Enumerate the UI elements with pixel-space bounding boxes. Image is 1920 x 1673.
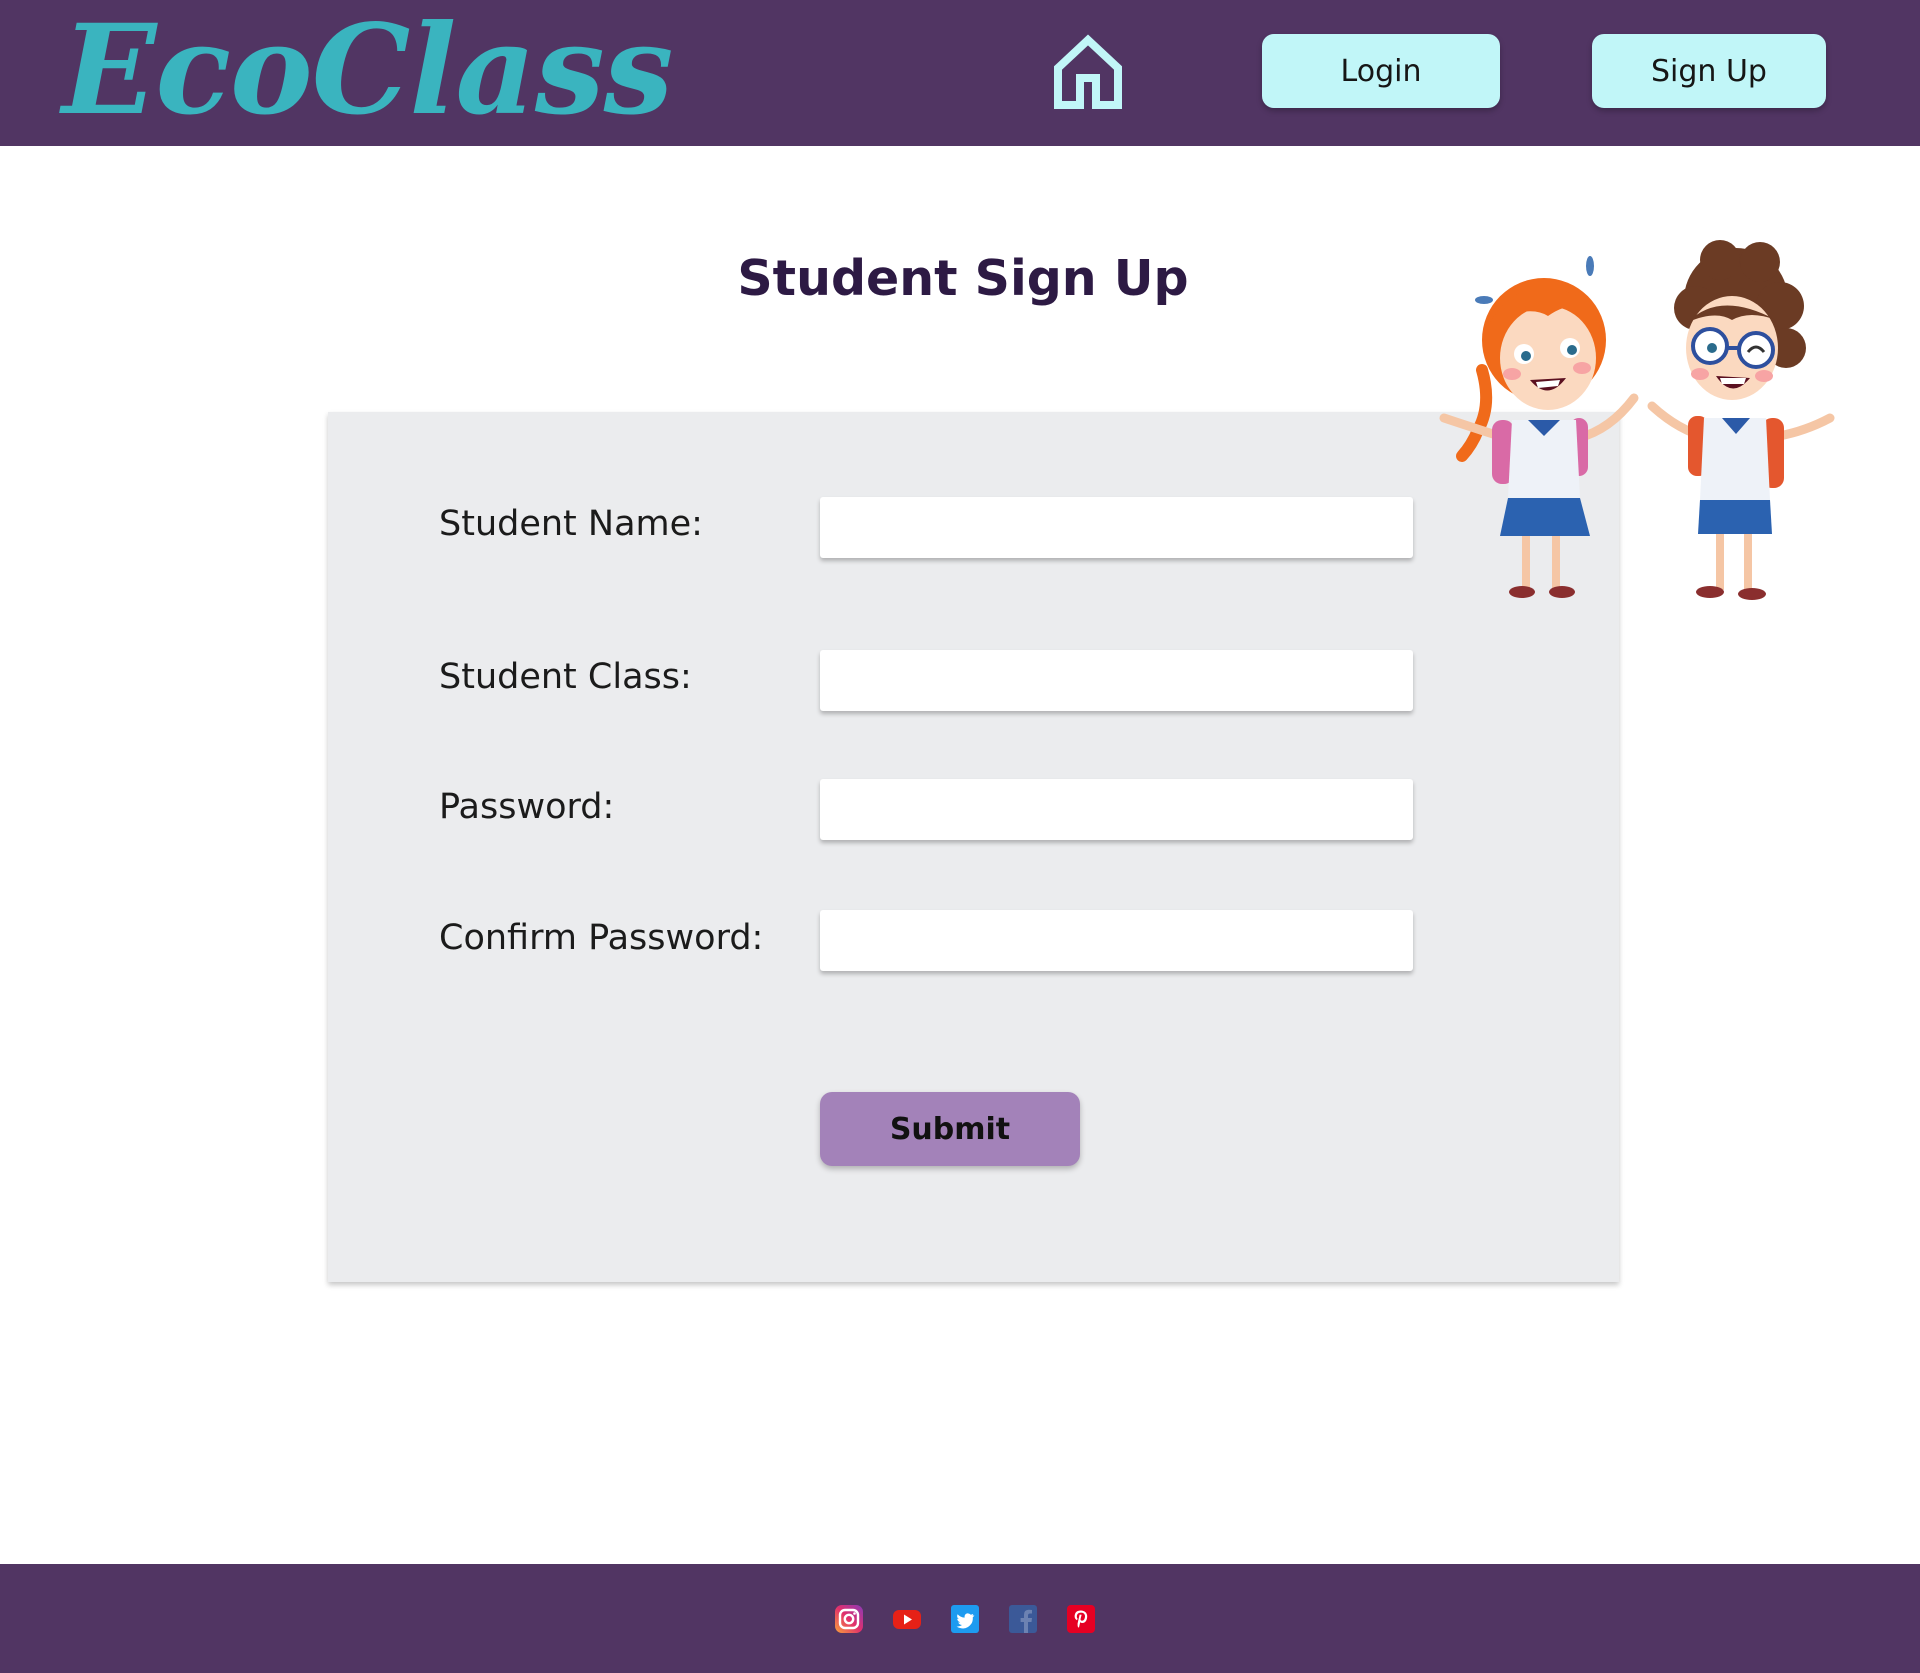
home-icon: [1054, 34, 1122, 109]
facebook-icon: [1009, 1605, 1037, 1633]
girl-figure: [1439, 256, 1639, 598]
pinterest-icon: [1067, 1605, 1095, 1633]
student-class-input[interactable]: [820, 650, 1413, 711]
login-button[interactable]: Login: [1262, 34, 1500, 108]
student-class-label: Student Class:: [439, 657, 692, 697]
confirm-password-label: Confirm Password:: [439, 918, 764, 958]
cartoon-students-image: [1439, 240, 1835, 600]
twitter-link[interactable]: [950, 1604, 980, 1634]
confirm-password-input[interactable]: [820, 910, 1413, 971]
student-name-input[interactable]: [820, 497, 1413, 558]
password-label: Password:: [439, 787, 615, 827]
site-header: EcoClass Login Sign Up: [0, 0, 1920, 146]
pinterest-link[interactable]: [1066, 1604, 1096, 1634]
site-footer: [0, 1564, 1920, 1673]
instagram-icon: [835, 1605, 863, 1633]
students-illustration: [1420, 230, 1860, 610]
boy-figure: [1647, 240, 1835, 600]
home-button[interactable]: [1052, 34, 1124, 110]
site-logo[interactable]: EcoClass: [62, 4, 673, 138]
youtube-icon: [893, 1610, 921, 1629]
youtube-link[interactable]: [892, 1604, 922, 1634]
submit-button[interactable]: Submit: [820, 1092, 1080, 1166]
facebook-link[interactable]: [1008, 1604, 1038, 1634]
twitter-icon: [951, 1605, 979, 1633]
password-input[interactable]: [820, 779, 1413, 840]
signup-button[interactable]: Sign Up: [1592, 34, 1826, 108]
student-name-label: Student Name:: [439, 504, 703, 544]
instagram-link[interactable]: [834, 1604, 864, 1634]
